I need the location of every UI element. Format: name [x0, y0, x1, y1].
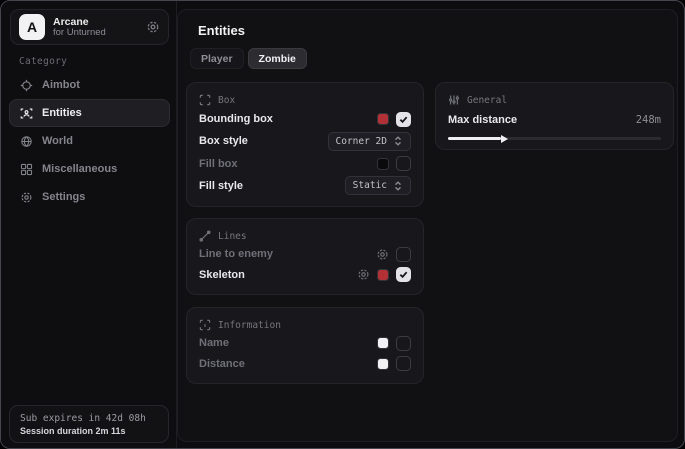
information-section: Information Name Distance [186, 307, 424, 384]
check-icon [399, 115, 408, 124]
color-swatch[interactable] [377, 113, 389, 125]
main-panel: Entities Player Zombie Box Bounding box [177, 9, 678, 442]
information-section-header: Information [199, 317, 411, 333]
setting-label: Fill box [199, 158, 238, 170]
checkbox-unchecked[interactable] [396, 247, 411, 262]
subscription-card: Sub expires in 42d 08h Session duration … [9, 405, 169, 443]
sidebar-nav: Aimbot Entities World [9, 71, 170, 211]
session-duration-value: 2m 11s [96, 426, 126, 436]
checkbox-unchecked[interactable] [396, 156, 411, 171]
box-section: Box Bounding box Box style Corner 2D [186, 82, 424, 207]
setting-label: Fill style [199, 180, 243, 192]
sidebar-item-label: Entities [42, 107, 82, 119]
crosshair-icon [20, 79, 33, 92]
gear-icon [20, 191, 33, 204]
sliders-icon [448, 94, 460, 106]
sidebar: A Arcane for Unturned Category Aimbot [1, 1, 177, 448]
setting-label: Box style [199, 135, 248, 147]
session-duration-label: Session duration [20, 426, 93, 436]
sidebar-item-world[interactable]: World [9, 127, 170, 155]
category-label: Category [19, 56, 67, 67]
page-title: Entities [198, 23, 245, 38]
tab-player[interactable]: Player [190, 48, 244, 69]
sidebar-item-label: Aimbot [42, 79, 80, 91]
slider-fill [448, 137, 501, 140]
setting-label: Name [199, 337, 229, 349]
setting-row-box-style: Box style Corner 2D [199, 130, 411, 152]
color-swatch[interactable] [377, 158, 389, 170]
lines-section-header: Lines [199, 228, 411, 244]
sidebar-item-miscellaneous[interactable]: Miscellaneous [9, 155, 170, 183]
setting-label: Bounding box [199, 113, 273, 125]
setting-row-name: Name [199, 333, 411, 354]
selector-icon [393, 136, 403, 146]
box-section-title: Box [218, 95, 235, 106]
fill-style-dropdown[interactable]: Static [345, 176, 411, 195]
checkbox-checked[interactable] [396, 267, 411, 282]
sidebar-item-label: World [42, 135, 73, 147]
box-section-header: Box [199, 92, 411, 108]
box-scan-icon [199, 94, 211, 106]
app-name: Arcane [53, 16, 138, 28]
setting-label: Skeleton [199, 269, 245, 281]
entity-scan-icon [20, 107, 33, 120]
slider-handle[interactable] [501, 135, 508, 143]
app-header-card: A Arcane for Unturned [10, 9, 169, 45]
globe-icon [20, 135, 33, 148]
color-swatch[interactable] [377, 358, 389, 370]
dropdown-value: Corner 2D [336, 136, 387, 147]
setting-row-distance: Distance [199, 354, 411, 375]
gear-icon[interactable] [376, 248, 389, 261]
setting-row-fill-box: Fill box [199, 153, 411, 175]
selector-icon [393, 181, 403, 191]
check-icon [399, 270, 408, 279]
max-distance-slider[interactable] [448, 137, 661, 140]
tab-zombie[interactable]: Zombie [248, 48, 307, 69]
lines-section: Lines Line to enemy Skeleton [186, 218, 424, 295]
checkbox-unchecked[interactable] [396, 356, 411, 371]
setting-row-line-to-enemy: Line to enemy [199, 244, 411, 265]
app-logo: A [19, 14, 45, 40]
sidebar-item-label: Miscellaneous [42, 163, 117, 175]
max-distance-value: 248m [636, 114, 661, 126]
sidebar-item-aimbot[interactable]: Aimbot [9, 71, 170, 99]
general-section: General Max distance 248m [435, 82, 674, 150]
dropdown-value: Static [353, 180, 387, 191]
box-style-dropdown[interactable]: Corner 2D [328, 132, 411, 151]
setting-row-bounding-box: Bounding box [199, 108, 411, 130]
information-section-title: Information [218, 320, 281, 331]
info-scan-icon [199, 319, 211, 331]
setting-row-fill-style: Fill style Static [199, 175, 411, 197]
checkbox-checked[interactable] [396, 112, 411, 127]
lines-section-title: Lines [218, 231, 247, 242]
setting-label: Max distance [448, 114, 517, 126]
setting-row-skeleton: Skeleton [199, 265, 411, 286]
color-swatch[interactable] [377, 269, 389, 281]
setting-row-max-distance: Max distance 248m [448, 112, 661, 128]
session-duration-text: Session duration 2m 11s [20, 426, 158, 436]
app-subtitle: for Unturned [53, 28, 138, 39]
checkbox-unchecked[interactable] [396, 336, 411, 351]
setting-label: Distance [199, 358, 245, 370]
color-swatch[interactable] [377, 337, 389, 349]
sub-expiry-text: Sub expires in 42d 08h [20, 413, 158, 424]
entity-tabs: Player Zombie [190, 48, 307, 69]
app-window: A Arcane for Unturned Category Aimbot [0, 0, 685, 449]
grid-icon [20, 163, 33, 176]
sidebar-item-settings[interactable]: Settings [9, 183, 170, 211]
gear-icon[interactable] [146, 20, 160, 34]
general-section-header: General [448, 92, 661, 108]
general-section-title: General [467, 95, 507, 106]
app-titles: Arcane for Unturned [53, 16, 138, 39]
line-icon [199, 230, 211, 242]
gear-icon[interactable] [357, 268, 370, 281]
sidebar-item-entities[interactable]: Entities [9, 99, 170, 127]
sidebar-item-label: Settings [42, 191, 85, 203]
setting-label: Line to enemy [199, 248, 273, 260]
